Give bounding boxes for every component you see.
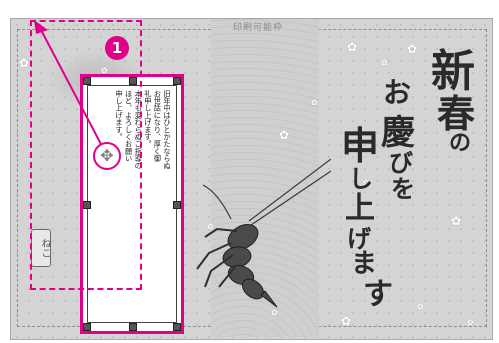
move-handle-icon[interactable]: ✥ — [93, 142, 121, 170]
step-callout-badge: 1 — [105, 36, 129, 60]
screen: 印刷可能枠 ✿ ✿ ✿ ✿ ✿ ✿ ✿ ✿ ✿ ✿ ✿ ✿ ✿ ✿ ✿ 新 春 … — [0, 0, 499, 343]
drag-arrow — [34, 20, 104, 149]
